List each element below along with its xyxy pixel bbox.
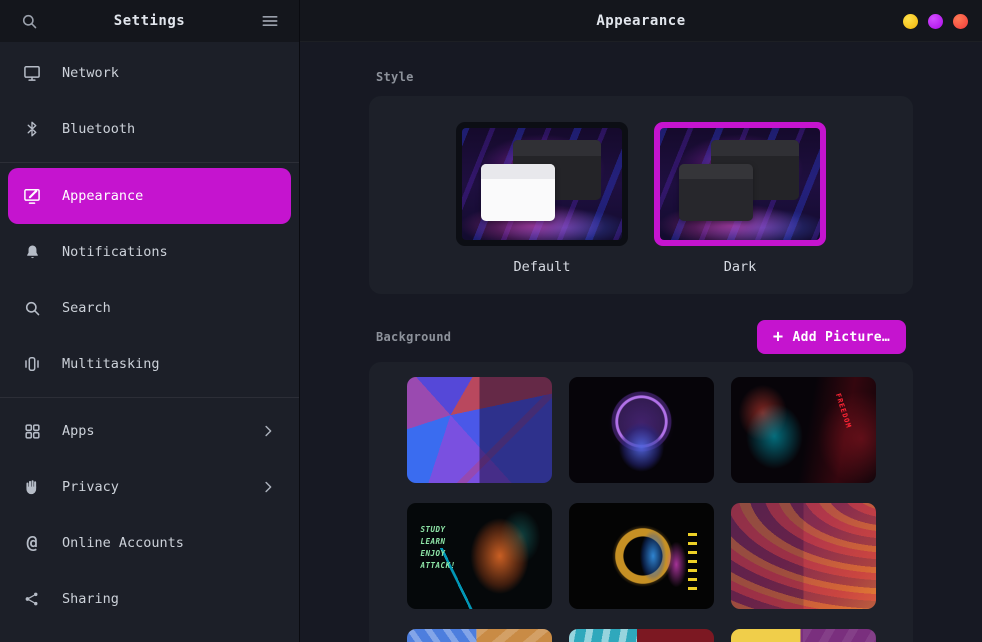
- thumbnail-text-line: LEARN: [421, 537, 456, 546]
- sidebar-item-appearance[interactable]: Appearance: [8, 168, 291, 224]
- sidebar-header: Settings: [0, 0, 299, 42]
- style-option-default[interactable]: Default: [456, 122, 628, 294]
- sidebar-item-label: Apps: [62, 423, 95, 439]
- thumbnail-text-line: ENJOY: [421, 549, 456, 558]
- sidebar-item-label: Appearance: [62, 188, 143, 204]
- thumbnail-text-line: STUDY: [421, 525, 456, 534]
- multitasking-icon: [22, 354, 42, 374]
- sidebar: Settings Network Bluetooth: [0, 0, 300, 642]
- nav-divider: [0, 162, 299, 163]
- nav-divider: [0, 397, 299, 398]
- sidebar-item-search[interactable]: Search: [8, 280, 291, 336]
- window-control-red[interactable]: [953, 14, 968, 29]
- style-option-label: Default: [514, 259, 571, 275]
- background-thumbnail-4[interactable]: STUDY LEARN ENJOY ATTACK!: [407, 503, 552, 609]
- style-preview-dark-wallpaper: [660, 128, 820, 240]
- style-preview-default-wallpaper: [462, 128, 622, 240]
- menu-button[interactable]: [257, 8, 283, 34]
- style-preview-frame-selected: [654, 122, 826, 246]
- window-control-yellow[interactable]: [903, 14, 918, 29]
- apps-grid-icon: [22, 421, 42, 441]
- thumbnail-text-block: STUDY LEARN ENJOY ATTACK!: [421, 525, 456, 570]
- sidebar-item-bluetooth[interactable]: Bluetooth: [8, 101, 291, 157]
- background-thumbnail-6[interactable]: [731, 503, 876, 609]
- sidebar-item-sharing[interactable]: Sharing: [8, 571, 291, 627]
- preview-front-window-dark: [679, 164, 753, 221]
- display-icon: [22, 63, 42, 83]
- style-card: Default Dark: [369, 96, 913, 294]
- window-control-purple[interactable]: [928, 14, 943, 29]
- bluetooth-icon: [22, 119, 42, 139]
- background-thumbnail-1[interactable]: [407, 377, 552, 483]
- sidebar-title: Settings: [50, 13, 249, 29]
- page-title: Appearance: [596, 13, 685, 29]
- background-thumbnail-2[interactable]: [569, 377, 714, 483]
- share-icon: [22, 589, 42, 609]
- thumbnail-text-line: ATTACK!: [421, 561, 456, 570]
- hamburger-icon: [260, 11, 280, 31]
- background-thumbnail-8[interactable]: [569, 629, 714, 642]
- plus-icon: +: [773, 329, 784, 346]
- sidebar-item-notifications[interactable]: Notifications: [8, 224, 291, 280]
- content-column: Style Default: [369, 70, 913, 642]
- sidebar-item-label: Notifications: [62, 244, 168, 260]
- search-button[interactable]: [16, 8, 42, 34]
- sidebar-item-privacy[interactable]: Privacy: [8, 459, 291, 515]
- at-icon: @: [22, 533, 42, 553]
- sidebar-item-network[interactable]: Network: [8, 45, 291, 101]
- background-gallery-card: FREEDOM STUDY LEARN ENJOY ATTACK!: [369, 362, 913, 642]
- background-thumbnail-5[interactable]: [569, 503, 714, 609]
- hand-icon: [22, 477, 42, 497]
- sidebar-item-label: Bluetooth: [62, 121, 135, 137]
- settings-window: Settings Network Bluetooth: [0, 0, 982, 642]
- chevron-right-icon: [259, 422, 277, 440]
- background-section-header: Background + Add Picture…: [376, 320, 906, 354]
- main-header: Appearance: [300, 0, 982, 42]
- sidebar-item-multitasking[interactable]: Multitasking: [8, 336, 291, 392]
- style-section-label: Style: [376, 70, 906, 84]
- chevron-right-icon: [259, 478, 277, 496]
- main-panel: Appearance Style: [300, 0, 982, 642]
- style-preview-frame: [456, 122, 628, 246]
- sidebar-item-label: Privacy: [62, 479, 119, 495]
- window-controls: [903, 0, 968, 42]
- add-picture-button-label: Add Picture…: [792, 330, 890, 345]
- search-icon: [20, 12, 39, 31]
- style-option-dark[interactable]: Dark: [654, 122, 826, 294]
- thumbnail-text: FREEDOM: [834, 392, 853, 429]
- sidebar-item-online-accounts[interactable]: @ Online Accounts: [8, 515, 291, 571]
- preview-front-window-light: [481, 164, 555, 221]
- background-thumbnail-9[interactable]: [731, 629, 876, 642]
- sidebar-item-label: Online Accounts: [62, 535, 184, 551]
- search-icon: [22, 298, 42, 318]
- sidebar-item-apps[interactable]: Apps: [8, 403, 291, 459]
- sidebar-item-label: Multitasking: [62, 356, 160, 372]
- add-picture-button[interactable]: + Add Picture…: [757, 320, 906, 354]
- sidebar-nav: Network Bluetooth Appearance Notific: [0, 42, 299, 642]
- sidebar-item-label: Network: [62, 65, 119, 81]
- bell-icon: [22, 242, 42, 262]
- appearance-icon: [22, 186, 42, 206]
- sidebar-item-label: Sharing: [62, 591, 119, 607]
- style-option-label: Dark: [724, 259, 757, 275]
- background-section-label: Background: [376, 330, 451, 344]
- background-thumbnail-3[interactable]: FREEDOM: [731, 377, 876, 483]
- content-scroll-area[interactable]: Style Default: [300, 42, 982, 642]
- background-thumbnail-7[interactable]: [407, 629, 552, 642]
- sidebar-item-label: Search: [62, 300, 111, 316]
